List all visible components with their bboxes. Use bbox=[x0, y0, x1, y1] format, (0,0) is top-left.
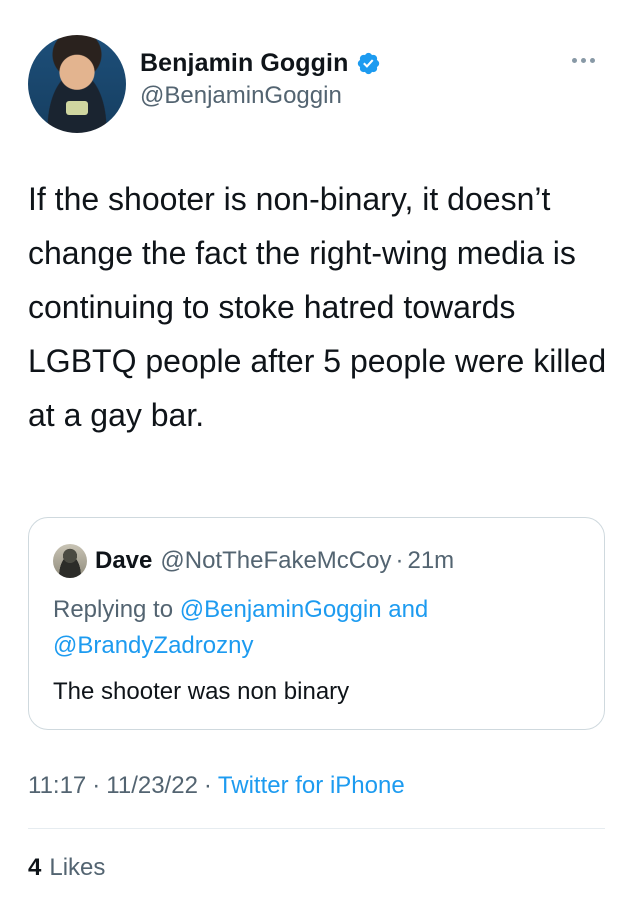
mention-link[interactable]: @BrandyZadrozny bbox=[53, 632, 253, 659]
author-names: Benjamin Goggin @BenjaminGoggin bbox=[140, 49, 381, 110]
quoted-tweet-text: The shooter was non binary bbox=[53, 678, 350, 705]
quoted-tweet-card[interactable]: Dave @NotTheFakeMcCoy · 21m Replying to … bbox=[28, 517, 605, 730]
replying-prefix: Replying to bbox=[53, 596, 174, 623]
meta-separator: · bbox=[92, 772, 101, 799]
dot bbox=[590, 57, 595, 63]
tweet-time[interactable]: 11:17 bbox=[28, 772, 86, 800]
author-display-name[interactable]: Benjamin Goggin bbox=[140, 49, 348, 78]
quoted-author-handle: @NotTheFakeMcCoy bbox=[160, 547, 392, 574]
dot bbox=[581, 57, 586, 63]
tweet-header: Benjamin Goggin @BenjaminGoggin bbox=[28, 35, 608, 135]
more-options-icon[interactable] bbox=[572, 55, 602, 65]
verified-badge-icon bbox=[358, 52, 380, 75]
display-name-row: Benjamin Goggin bbox=[140, 49, 381, 78]
likes-count: 4 bbox=[28, 854, 42, 881]
quoted-author-avatar bbox=[53, 544, 87, 578]
mention-and: and bbox=[388, 596, 429, 623]
tweet-source-link[interactable]: Twitter for iPhone bbox=[218, 772, 405, 800]
meta-separator: · bbox=[203, 772, 212, 799]
replying-to: Replying to @BenjaminGoggin and @BrandyZ… bbox=[53, 592, 573, 664]
likes-label: Likes bbox=[49, 854, 106, 881]
quoted-time: 21m bbox=[407, 547, 455, 574]
avatar-collar bbox=[66, 101, 88, 115]
tweet-date[interactable]: 11/23/22 bbox=[106, 772, 198, 800]
mention-link[interactable]: @BenjaminGoggin bbox=[180, 596, 382, 623]
tweet-metadata: 11:17 · 11/23/22 · Twitter for iPhone bbox=[28, 772, 405, 800]
likes-stat[interactable]: 4 Likes bbox=[28, 854, 105, 882]
author-handle[interactable]: @BenjaminGoggin bbox=[140, 82, 381, 110]
divider bbox=[28, 828, 605, 829]
quoted-separator: · bbox=[395, 547, 404, 574]
author-avatar[interactable] bbox=[28, 35, 126, 133]
tweet-text: If the shooter is non-binary, it doesn’t… bbox=[28, 181, 607, 433]
dot bbox=[572, 57, 577, 63]
quoted-tweet-header: Dave @NotTheFakeMcCoy · 21m bbox=[53, 544, 454, 578]
quoted-author-name: Dave bbox=[95, 547, 153, 574]
